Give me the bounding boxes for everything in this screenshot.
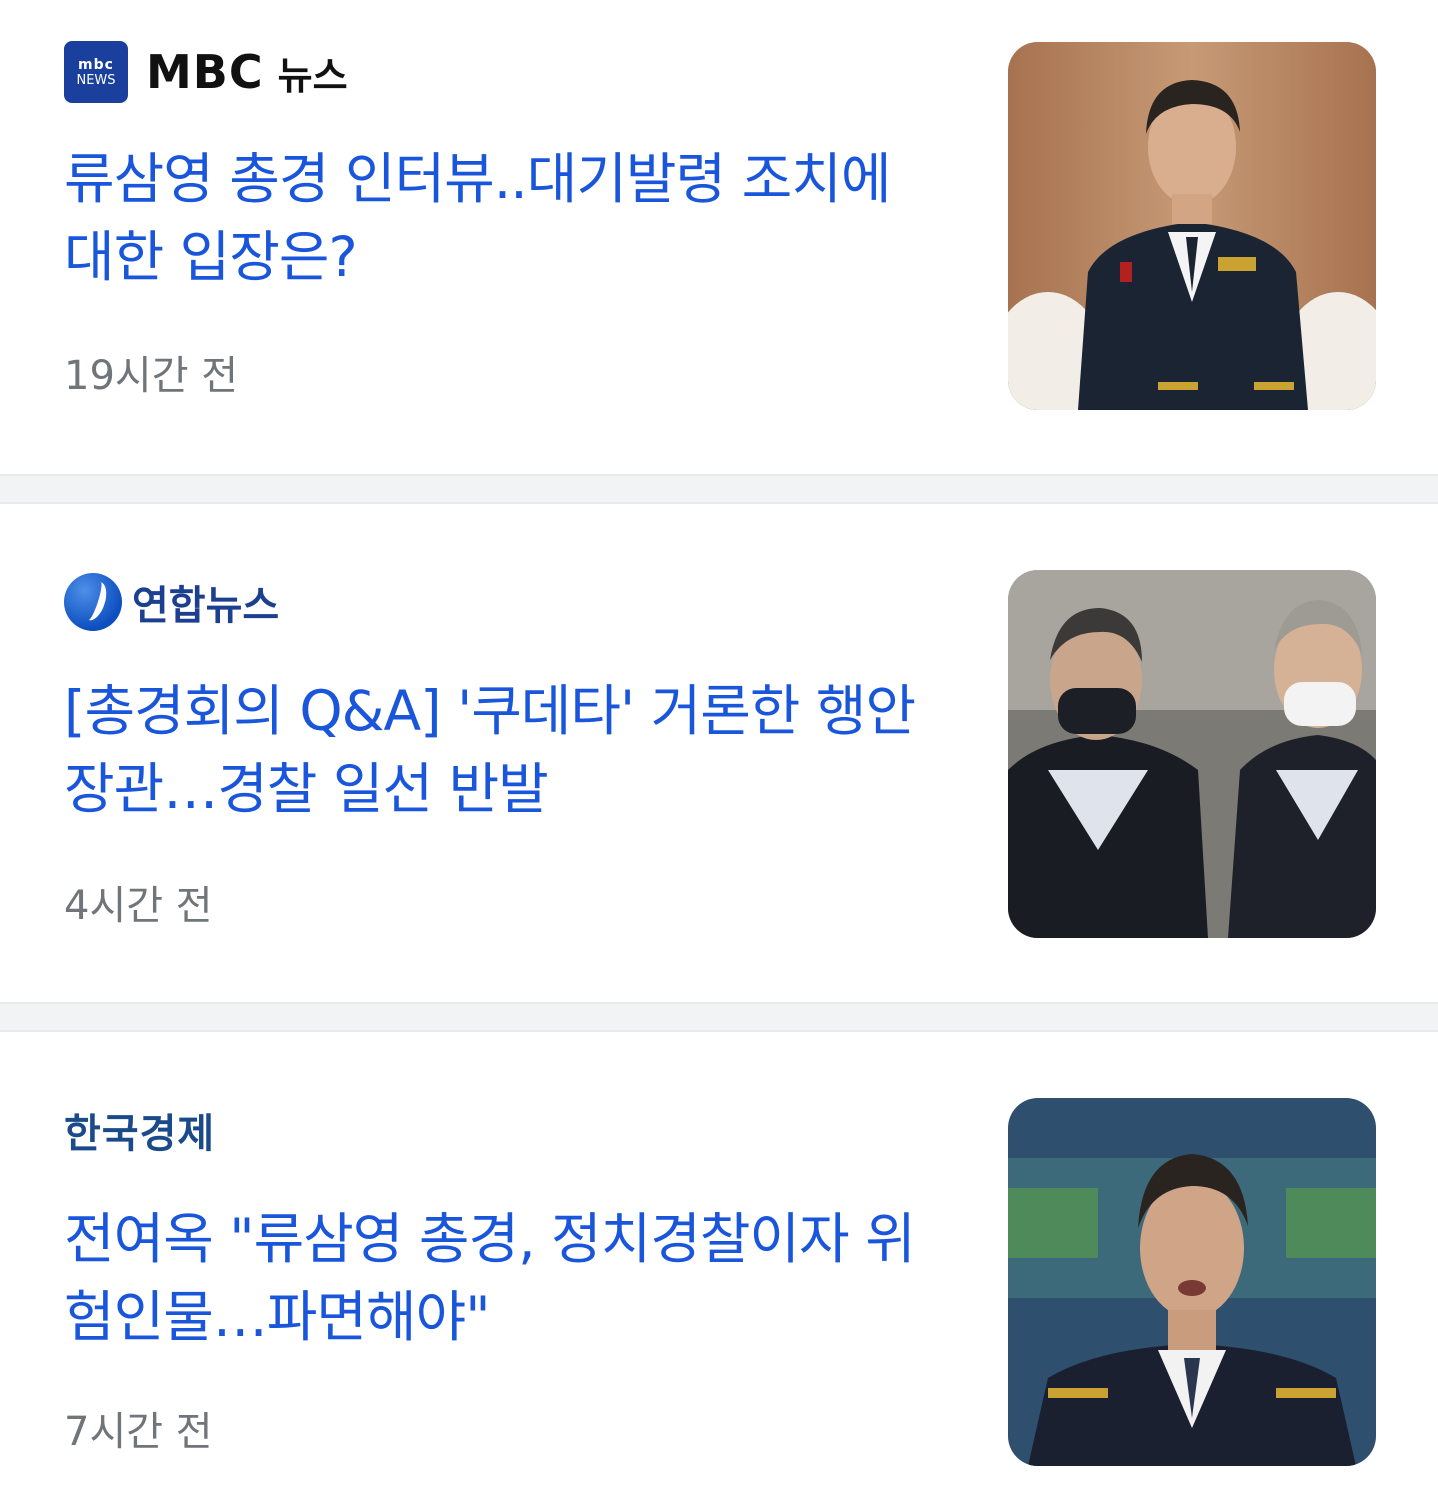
- source-name: MBC: [146, 45, 264, 99]
- news-card[interactable]: mbc NEWS MBC 뉴스 류삼영 총경 인터뷰..대기발령 조치에 대한 …: [0, 0, 1438, 474]
- news-card[interactable]: 연합뉴스 [총경회의 Q&A] '쿠데타' 거론한 행안장관…경찰 일선 반발 …: [0, 504, 1438, 1000]
- article-thumbnail[interactable]: [1008, 1098, 1376, 1466]
- source-mbc: mbc NEWS MBC 뉴스: [64, 40, 348, 104]
- source-name: 연합뉴스: [132, 583, 280, 629]
- card-separator: [0, 1002, 1438, 1032]
- source-name: 한국경제: [64, 1111, 216, 1157]
- article-thumbnail[interactable]: [1008, 42, 1376, 410]
- source-suffix: 뉴스: [277, 53, 348, 98]
- article-time: 19시간 전: [64, 353, 239, 399]
- two-men-masks-photo-icon: [1008, 570, 1376, 938]
- card-separator: [0, 474, 1438, 504]
- source-yonhap: 연합뉴스: [64, 570, 279, 634]
- news-card[interactable]: 한국경제 전여옥 "류삼영 총경, 정치경찰이자 위험인물…파면해야" 7시간 …: [0, 1032, 1438, 1497]
- article-time: 4시간 전: [64, 883, 213, 929]
- article-title[interactable]: [총경회의 Q&A] '쿠데타' 거론한 행안장관…경찰 일선 반발: [64, 672, 954, 828]
- article-thumbnail[interactable]: [1008, 570, 1376, 938]
- article-title[interactable]: 전여옥 "류삼영 총경, 정치경찰이자 위험인물…파면해야": [64, 1200, 954, 1356]
- article-title[interactable]: 류삼영 총경 인터뷰..대기발령 조치에 대한 입장은?: [64, 140, 954, 296]
- yonhap-logo-icon: [64, 573, 122, 631]
- source-hankyung: 한국경제: [64, 1098, 215, 1162]
- mbc-news-logo-icon: mbc NEWS: [64, 41, 128, 103]
- police-officer-portrait-icon: [1008, 42, 1376, 410]
- police-officer-speaking-photo-icon: [1008, 1098, 1376, 1466]
- article-time: 7시간 전: [64, 1409, 213, 1455]
